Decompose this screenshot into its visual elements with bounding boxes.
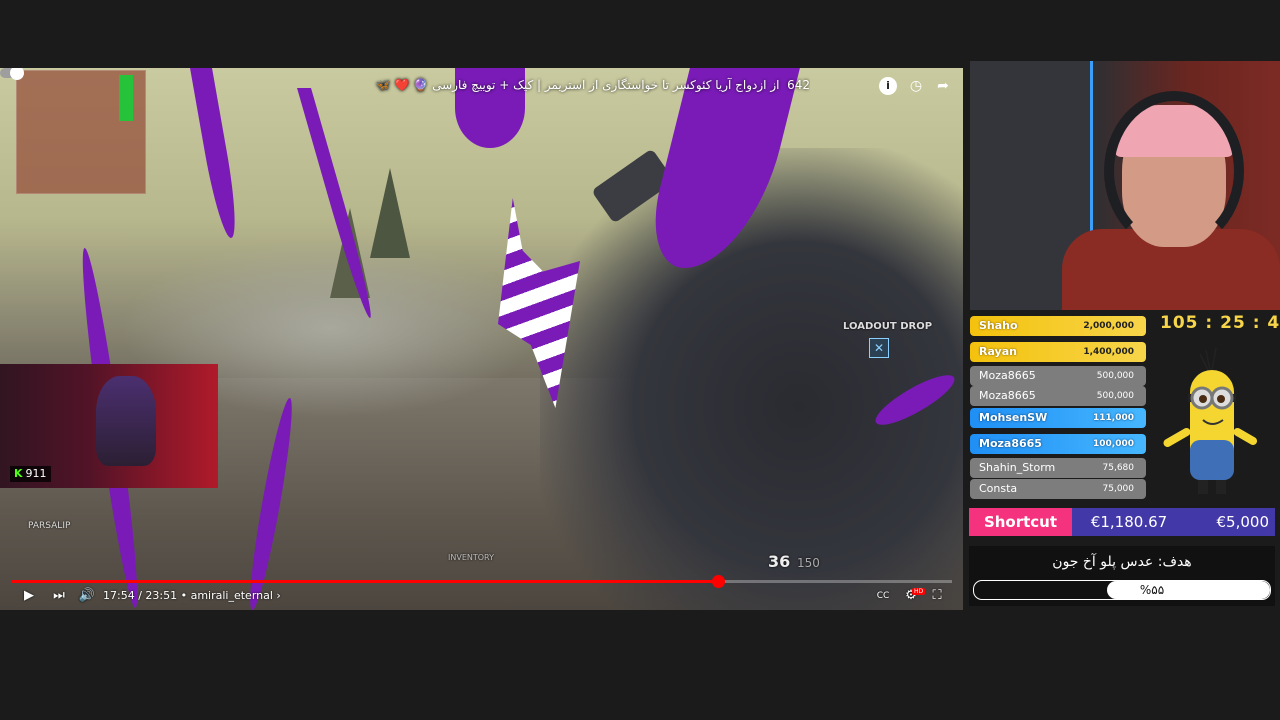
squad-player-name: PARSALIP — [28, 521, 71, 531]
leaderboard-amount: 1,400,000 — [1083, 347, 1134, 357]
ammo-reserve: 150 — [797, 556, 820, 570]
share-icon[interactable]: ➦ — [934, 77, 952, 95]
play-button[interactable]: ▶ — [20, 586, 38, 606]
loadout-drop-icon: ✕ — [869, 338, 889, 358]
video-player[interactable]: 642 ‌ از ازدواج آریا کئوکسر تا خواستگاری… — [0, 68, 963, 610]
leaderboard-row: MohsenSW 111,000 — [970, 408, 1146, 428]
kick-viewer-count: 911 — [25, 467, 47, 480]
leaderboard-name: Moza8665 — [979, 437, 1042, 450]
leaderboard-amount: 500,000 — [1096, 391, 1134, 401]
leaderboard-name: Consta — [979, 482, 1018, 495]
inset-streamer — [96, 376, 156, 466]
leaderboard-amount: 111,000 — [1093, 413, 1134, 423]
leaderboard-name: MohsenSW — [979, 411, 1048, 424]
progress-bar-fill — [12, 580, 718, 583]
ammo-count: 36 — [768, 552, 791, 571]
subathon-timer: 105 : 25 : 48 — [1160, 313, 1280, 333]
goal-amount: €5,000 — [1216, 513, 1270, 531]
minion-eye — [1217, 395, 1225, 403]
leaderboard-row: Consta 75,000 — [970, 479, 1146, 499]
leaderboard-amount: 100,000 — [1093, 439, 1134, 449]
goal-percent: %۵۵ — [1139, 583, 1165, 597]
raised-amount: €1,180.67 — [1090, 513, 1168, 531]
watch-later-icon[interactable]: ◷ — [907, 77, 925, 95]
time-display[interactable]: 17:54 / 23:51 • amirali_eternal › — [103, 586, 281, 606]
minion-mascot — [1163, 347, 1258, 494]
leaderboard-row: Rayan 1,400,000 — [970, 342, 1146, 362]
weapon-viewmodel — [540, 148, 963, 610]
volume-icon[interactable]: 🔊 — [78, 586, 96, 606]
shortcut-label: Shortcut — [969, 508, 1072, 536]
loadout-drop-label: LOADOUT DROP — [843, 321, 933, 332]
minion-arm-right — [1233, 428, 1258, 445]
goal-title: هدف: عدس پلو آخ جون — [1052, 554, 1192, 570]
minimap-signal-bar — [119, 75, 133, 121]
leaderboard-row: Moza8665 500,000 — [970, 386, 1146, 406]
leaderboard-amount: 75,680 — [1102, 463, 1135, 473]
leaderboard-name: Moza8665 — [979, 369, 1036, 382]
leaderboard-amount: 75,000 — [1102, 484, 1135, 494]
inventory-hint: INVENTORY — [448, 553, 494, 562]
minion-arm-left — [1163, 428, 1191, 447]
minion-overalls — [1190, 440, 1234, 480]
kick-logo-icon: K — [14, 467, 23, 480]
kick-viewer-badge: K 911 — [10, 466, 51, 482]
next-button[interactable]: ⏭ — [50, 586, 68, 606]
leaderboard-row: Shahin_Storm 75,680 — [970, 458, 1146, 478]
minion-hair — [1199, 347, 1217, 371]
goal-widget: هدف: عدس پلو آخ جون %۵۵ — [969, 546, 1275, 606]
leaderboard-name: Shahin_Storm — [979, 461, 1056, 474]
exit-fullscreen-icon[interactable]: ⛶ — [928, 586, 946, 606]
minion-leg — [1216, 480, 1226, 494]
minimap — [16, 70, 146, 194]
leaderboard-row: Moza8665 500,000 — [970, 366, 1146, 386]
goal-progress-track: %۵۵ — [973, 580, 1271, 600]
captions-button[interactable]: CC — [874, 586, 892, 606]
autoplay-toggle[interactable] — [0, 68, 24, 80]
streamer-webcam — [970, 61, 1280, 310]
leaderboard-name: Moza8665 — [979, 389, 1036, 402]
leaderboard-amount: 500,000 — [1096, 371, 1134, 381]
progress-bar[interactable] — [12, 575, 952, 588]
minion-leg — [1198, 480, 1208, 494]
leaderboard-row: Shaho 2,000,000 — [970, 316, 1146, 336]
video-title[interactable]: 642 ‌ از ازدواج آریا کئوکسر تا خواستگاری… — [200, 74, 810, 96]
hd-badge: HD — [912, 588, 926, 595]
donation-goal-bar: Shortcut €1,180.67 €5,000 — [969, 508, 1275, 536]
info-icon[interactable]: i — [879, 77, 897, 95]
pine-tree — [370, 168, 410, 258]
leaderboard-row: Moza8665 100,000 — [970, 434, 1146, 454]
leaderboard-amount: 2,000,000 — [1083, 321, 1134, 331]
leaderboard-name: Shaho — [979, 319, 1018, 332]
headset — [1104, 91, 1244, 251]
progress-scrubber[interactable] — [711, 575, 725, 588]
leaderboard-name: Rayan — [979, 345, 1017, 358]
minion-eye — [1199, 395, 1207, 403]
